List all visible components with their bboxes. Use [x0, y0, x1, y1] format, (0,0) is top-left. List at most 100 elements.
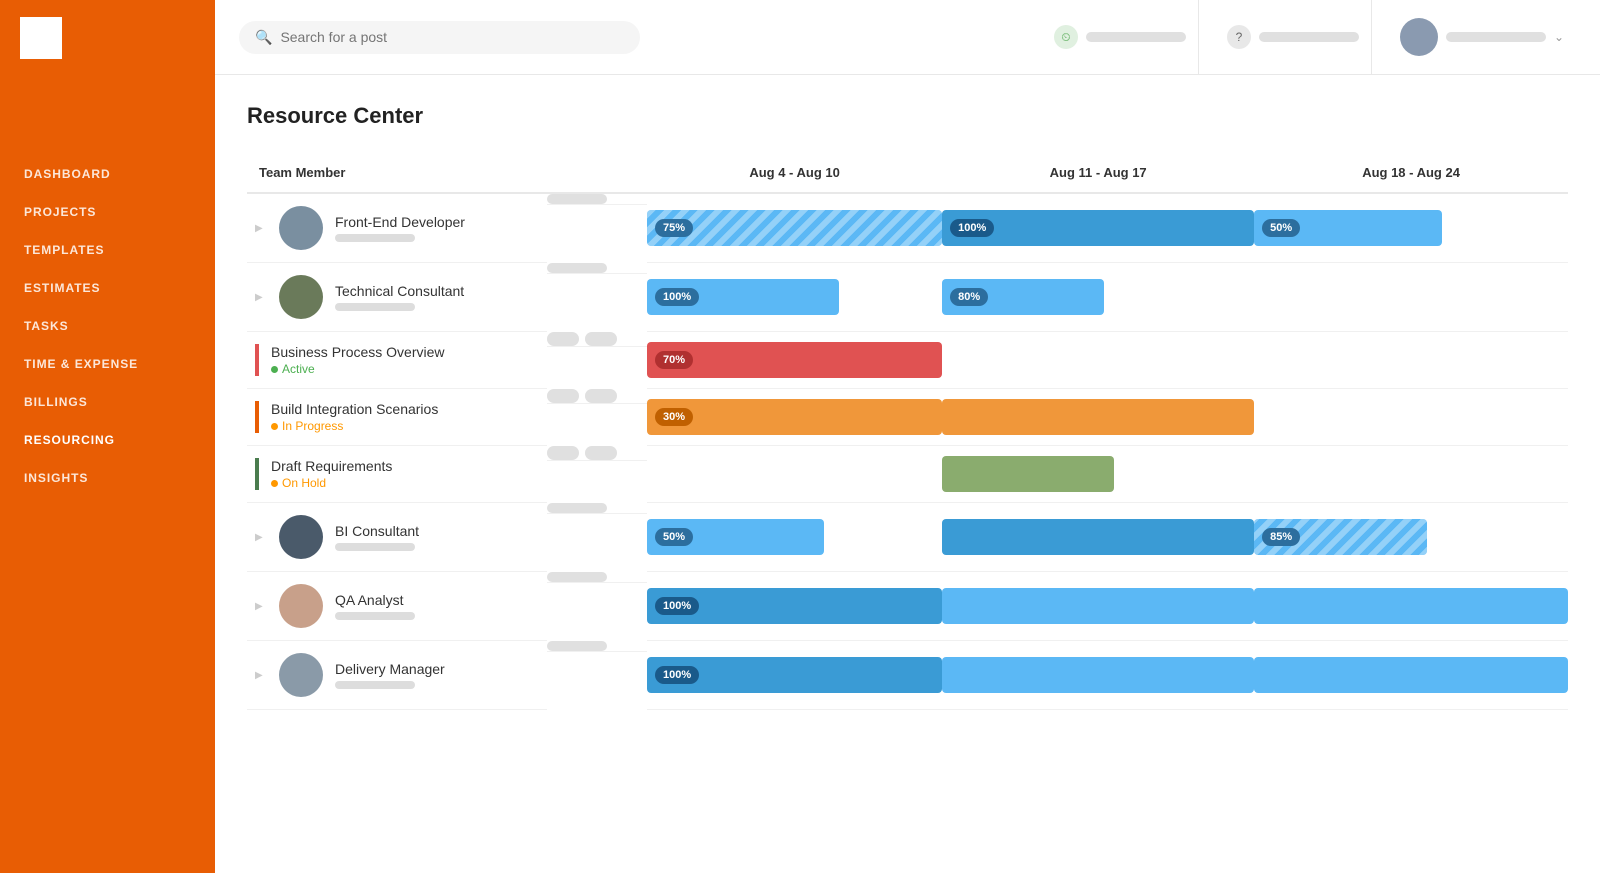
- member-cell: ▶ BI Consultant: [247, 503, 547, 572]
- sidebar-item-templates[interactable]: TEMPLATES: [0, 231, 215, 269]
- member-sub: [335, 681, 415, 689]
- bar-percentage: 100%: [655, 288, 699, 306]
- action-pill: [547, 503, 607, 513]
- sidebar-item-tasks[interactable]: TASKS: [0, 307, 215, 345]
- status-dot-icon: [271, 366, 278, 373]
- action-pill: [547, 332, 579, 346]
- actions-cell: [547, 641, 647, 652]
- member-name: BI Consultant: [335, 523, 419, 539]
- bar-container: [942, 452, 1254, 496]
- member-name: QA Analyst: [335, 592, 415, 608]
- col-header-member: Team Member: [247, 157, 547, 193]
- member-avatar: [279, 515, 323, 559]
- logo-area: [0, 0, 215, 75]
- expand-icon[interactable]: ▶: [255, 601, 267, 612]
- col-header-week3: Aug 18 - Aug 24: [1254, 157, 1568, 193]
- sidebar-item-billings[interactable]: BILLINGS: [0, 383, 215, 421]
- status-dot-icon: [271, 480, 278, 487]
- action-pill: [547, 263, 607, 273]
- member-sub: [335, 234, 415, 242]
- table-row: Draft Requirements On Hold: [247, 446, 1568, 503]
- action-pill: [547, 572, 607, 582]
- sidebar-item-dashboard[interactable]: DASHBOARD: [0, 155, 215, 193]
- bar-container: 75%: [647, 206, 942, 250]
- topbar-username: [1446, 32, 1546, 42]
- week-cell: 100%: [647, 641, 942, 710]
- sidebar-item-projects[interactable]: PROJECTS: [0, 193, 215, 231]
- action-pill: [585, 446, 617, 460]
- actions-cell: [547, 572, 647, 583]
- bar-container: [942, 653, 1254, 697]
- bar: 80%: [942, 279, 1104, 315]
- table-row: ▶ Front-End Developer 75%: [247, 193, 1568, 263]
- timer-icon: ⏲: [1054, 25, 1078, 49]
- resource-table: Team Member Aug 4 - Aug 10 Aug 11 - Aug …: [247, 157, 1568, 710]
- topbar-timer[interactable]: ⏲: [1042, 0, 1199, 74]
- bar-percentage: 30%: [655, 408, 693, 426]
- bar: 100%: [647, 588, 942, 624]
- member-sub: [335, 543, 415, 551]
- action-pill: [547, 194, 607, 204]
- action-pill: [547, 641, 607, 651]
- table-row: Build Integration Scenarios In Progress: [247, 389, 1568, 446]
- expand-icon[interactable]: ▶: [255, 292, 267, 303]
- week-cell: [1254, 572, 1568, 641]
- user-dropdown-icon[interactable]: ⌄: [1554, 30, 1564, 44]
- actions-cell: [547, 389, 647, 404]
- week-cell: 100%: [647, 572, 942, 641]
- bar: 50%: [647, 519, 824, 555]
- sidebar-item-resourcing[interactable]: RESOURCING: [0, 421, 215, 459]
- week-cell: 100%: [942, 193, 1254, 263]
- bar-percentage: 100%: [655, 666, 699, 684]
- bar-percentage: 50%: [1262, 219, 1300, 237]
- expand-icon[interactable]: ▶: [255, 670, 267, 681]
- project-status: Active: [271, 362, 539, 376]
- main-area: 🔍 ⏲ ? ⌄ Resource Center Team Member Aug: [215, 0, 1600, 873]
- topbar: 🔍 ⏲ ? ⌄: [215, 0, 1600, 75]
- project-name: Business Process Overview: [271, 344, 539, 360]
- project-name: Draft Requirements: [271, 458, 539, 474]
- help-icon: ?: [1227, 25, 1251, 49]
- search-input[interactable]: [280, 29, 624, 45]
- week-cell-empty: [647, 446, 942, 503]
- actions-cell: [547, 263, 647, 274]
- bar-percentage: 50%: [655, 528, 693, 546]
- user-avatar: [1400, 18, 1438, 56]
- actions-cell: [547, 194, 647, 205]
- member-cell: ▶ Delivery Manager: [247, 641, 547, 710]
- bar-container: 100%: [647, 653, 942, 697]
- table-row: Business Process Overview Active 70%: [247, 332, 1568, 389]
- sidebar-item-time-expense[interactable]: TIME & EXPENSE: [0, 345, 215, 383]
- col-header-week2: Aug 11 - Aug 17: [942, 157, 1254, 193]
- week-cell-empty: [1254, 389, 1568, 446]
- week-cell-empty: [942, 332, 1254, 389]
- week-cell-empty: [1254, 263, 1568, 332]
- topbar-user[interactable]: ⌄: [1388, 0, 1576, 74]
- project-status: In Progress: [271, 419, 539, 433]
- sidebar-item-estimates[interactable]: ESTIMATES: [0, 269, 215, 307]
- topbar-timer-text: [1086, 32, 1186, 42]
- bar-percentage: 100%: [655, 597, 699, 615]
- topbar-help[interactable]: ?: [1215, 0, 1372, 74]
- member-avatar: [279, 206, 323, 250]
- bar: [942, 519, 1254, 555]
- bar-container: [942, 584, 1254, 628]
- week-cell: 100%: [647, 263, 942, 332]
- bar-container: [942, 395, 1254, 439]
- table-header-row: Team Member Aug 4 - Aug 10 Aug 11 - Aug …: [247, 157, 1568, 193]
- expand-icon[interactable]: ▶: [255, 223, 267, 234]
- member-sub: [335, 612, 415, 620]
- bar: [942, 657, 1254, 693]
- week-cell-empty: [1254, 446, 1568, 503]
- week-cell: [942, 389, 1254, 446]
- logo-mark: [20, 17, 62, 59]
- table-body: ▶ Front-End Developer 75%: [247, 193, 1568, 710]
- bar-container: 100%: [942, 206, 1254, 250]
- sidebar-item-insights[interactable]: INSIGHTS: [0, 459, 215, 497]
- expand-icon[interactable]: ▶: [255, 532, 267, 543]
- week-cell: 85%: [1254, 503, 1568, 572]
- actions-cell: [547, 503, 647, 514]
- bar: [942, 456, 1114, 492]
- search-box[interactable]: 🔍: [239, 21, 640, 54]
- bar-container: 70%: [647, 338, 942, 382]
